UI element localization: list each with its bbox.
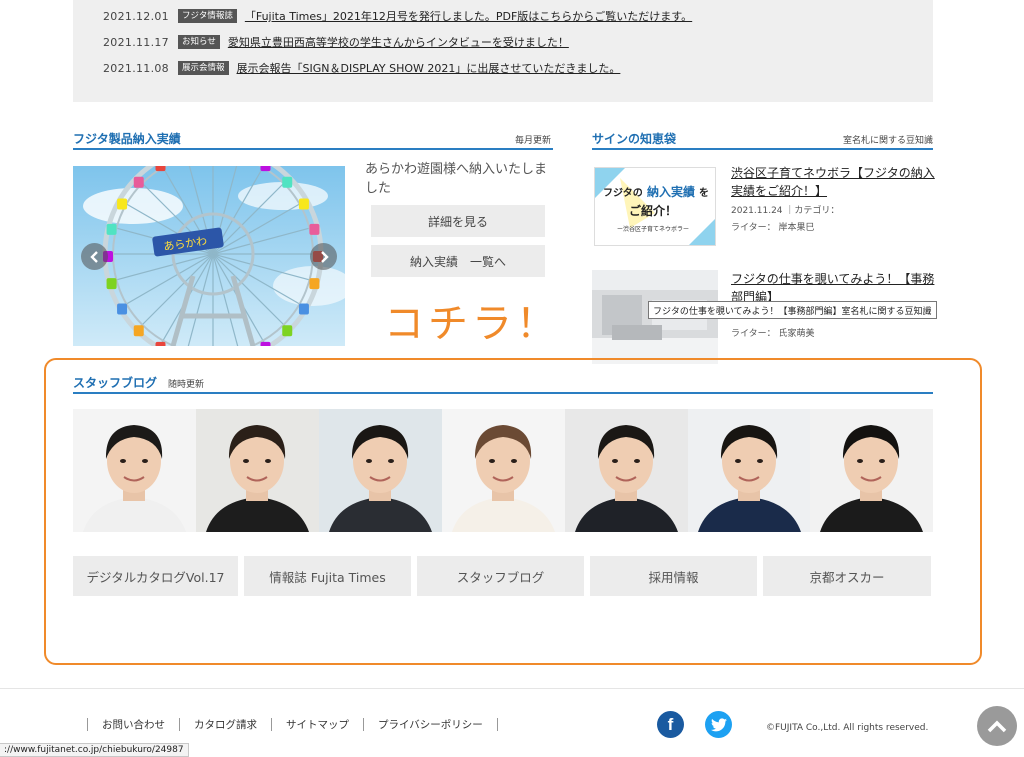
carousel-next-button[interactable] (310, 243, 337, 270)
news-title-link[interactable]: 「Fujita Times」2021年12月号を発行しました。PDF版はこちらか… (245, 8, 692, 24)
thumb-text-sub: ー渋谷区子育てネウボラー (617, 225, 689, 233)
products-section-header: フジタ製品納入実績 毎月更新 (73, 128, 553, 150)
browser-status-url: ://www.fujitanet.co.jp/chiebukuro/24987 (0, 743, 189, 757)
delivery-list-button[interactable]: 納入実績 一覧へ (371, 245, 545, 277)
staff-blog-note: 随時更新 (168, 380, 205, 390)
link-tooltip: フジタの仕事を覗いてみよう！【事務部門編】室名札に関する豆知識 (648, 301, 937, 319)
thumb-text-particle: を (699, 187, 709, 199)
news-badge: フジタ情報誌 (178, 8, 237, 24)
news-title-link[interactable]: 展示会報告「SIGN＆DISPLAY SHOW 2021」に出展させていただきま… (237, 60, 621, 76)
news-box: 2021.12.01 フジタ情報誌 「Fujita Times」2021年12月… (73, 0, 933, 102)
thumb-text-accent: 納入実績 (647, 184, 695, 199)
twitter-icon[interactable] (705, 711, 732, 738)
staff-blog-button[interactable]: スタッフブログ (417, 556, 584, 596)
recruit-button[interactable]: 採用情報 (590, 556, 757, 596)
footer-link-privacy[interactable]: プライバシーポリシー (378, 717, 483, 732)
knowledge-heading[interactable]: サインの知恵袋 (592, 130, 676, 147)
article-date-category: 2021.11.24 ｜カテゴリ： (731, 206, 840, 216)
ferris-wheel-image[interactable]: あらかわ (73, 166, 345, 346)
staff-blog-heading[interactable]: スタッフブログ (73, 374, 157, 391)
news-item[interactable]: 2021.11.08 展示会情報 展示会報告「SIGN＆DISPLAY SHOW… (103, 58, 620, 78)
news-date: 2021.12.01 (103, 9, 169, 23)
footer-link-sitemap[interactable]: サイトマップ (286, 717, 349, 732)
staff-photo[interactable] (442, 409, 565, 532)
footer-divider (0, 688, 1024, 689)
copyright-text: ©FUJITA Co.,Ltd. All rights reserved. (766, 723, 929, 733)
news-item[interactable]: 2021.11.17 お知らせ 愛知県立豊田西高等学校の学生さんからインタビュー… (103, 32, 569, 52)
staff-photo[interactable] (565, 409, 688, 532)
products-update-note: 毎月更新 (514, 136, 551, 146)
carousel-prev-button[interactable] (81, 243, 108, 270)
news-title-link[interactable]: 愛知県立豊田西高等学校の学生さんからインタビューを受けました！ (228, 34, 569, 50)
staff-photo[interactable] (319, 409, 442, 532)
footer-links: お問い合わせ カタログ請求 サイトマップ プライバシーポリシー (73, 716, 512, 732)
kyoto-oscar-button[interactable]: 京都オスカー (763, 556, 931, 596)
chevron-right-icon (320, 250, 329, 263)
staff-photo[interactable] (73, 409, 196, 532)
staff-photo[interactable] (196, 409, 319, 532)
article-title-link[interactable]: 渋谷区子育てネウボラ【フジタの納入実績をご紹介！】 (731, 164, 936, 200)
article-writer: ライター： 氏家萌美 (731, 329, 815, 339)
product-title[interactable]: あらかわ遊園様へ納入いたしました (365, 160, 555, 198)
thumb-text-line1: フジタの (603, 187, 643, 199)
staff-blog-section-header: スタッフブログ 随時更新 (73, 372, 933, 394)
staff-photo[interactable] (688, 409, 811, 532)
footer-link-catalog[interactable]: カタログ請求 (194, 717, 257, 732)
staff-photo[interactable] (810, 409, 933, 532)
thumb-text-line2: ご紹介！ (629, 203, 677, 218)
knowledge-note: 室名札に関する豆知識 (842, 136, 933, 146)
detail-button[interactable]: 詳細を見る (371, 205, 545, 237)
article-writer: ライター： 岸本果巳 (731, 223, 815, 233)
news-badge: 展示会情報 (178, 60, 229, 76)
products-heading[interactable]: フジタ製品納入実績 (73, 130, 181, 147)
chevron-left-icon (89, 250, 98, 263)
news-date: 2021.11.17 (103, 35, 169, 49)
article-thumbnail[interactable]: フジタの 納入実績 を ご紹介！ ー渋谷区子育てネウボラー (594, 167, 716, 246)
facebook-icon[interactable]: f (657, 711, 684, 738)
digital-catalog-button[interactable]: デジタルカタログVol.17 (73, 556, 238, 596)
kochira-annotation: コチラ！ (384, 301, 560, 347)
news-date: 2021.11.08 (103, 61, 169, 75)
fujita-times-button[interactable]: 情報誌 Fujita Times (244, 556, 411, 596)
chevron-up-icon (987, 720, 1007, 733)
footer-link-contact[interactable]: お問い合わせ (102, 717, 165, 732)
back-to-top-button[interactable] (977, 706, 1017, 746)
knowledge-section-header: サインの知恵袋 室名札に関する豆知識 (592, 128, 933, 150)
news-badge: お知らせ (178, 34, 220, 50)
news-item[interactable]: 2021.12.01 フジタ情報誌 「Fujita Times」2021年12月… (103, 6, 692, 26)
